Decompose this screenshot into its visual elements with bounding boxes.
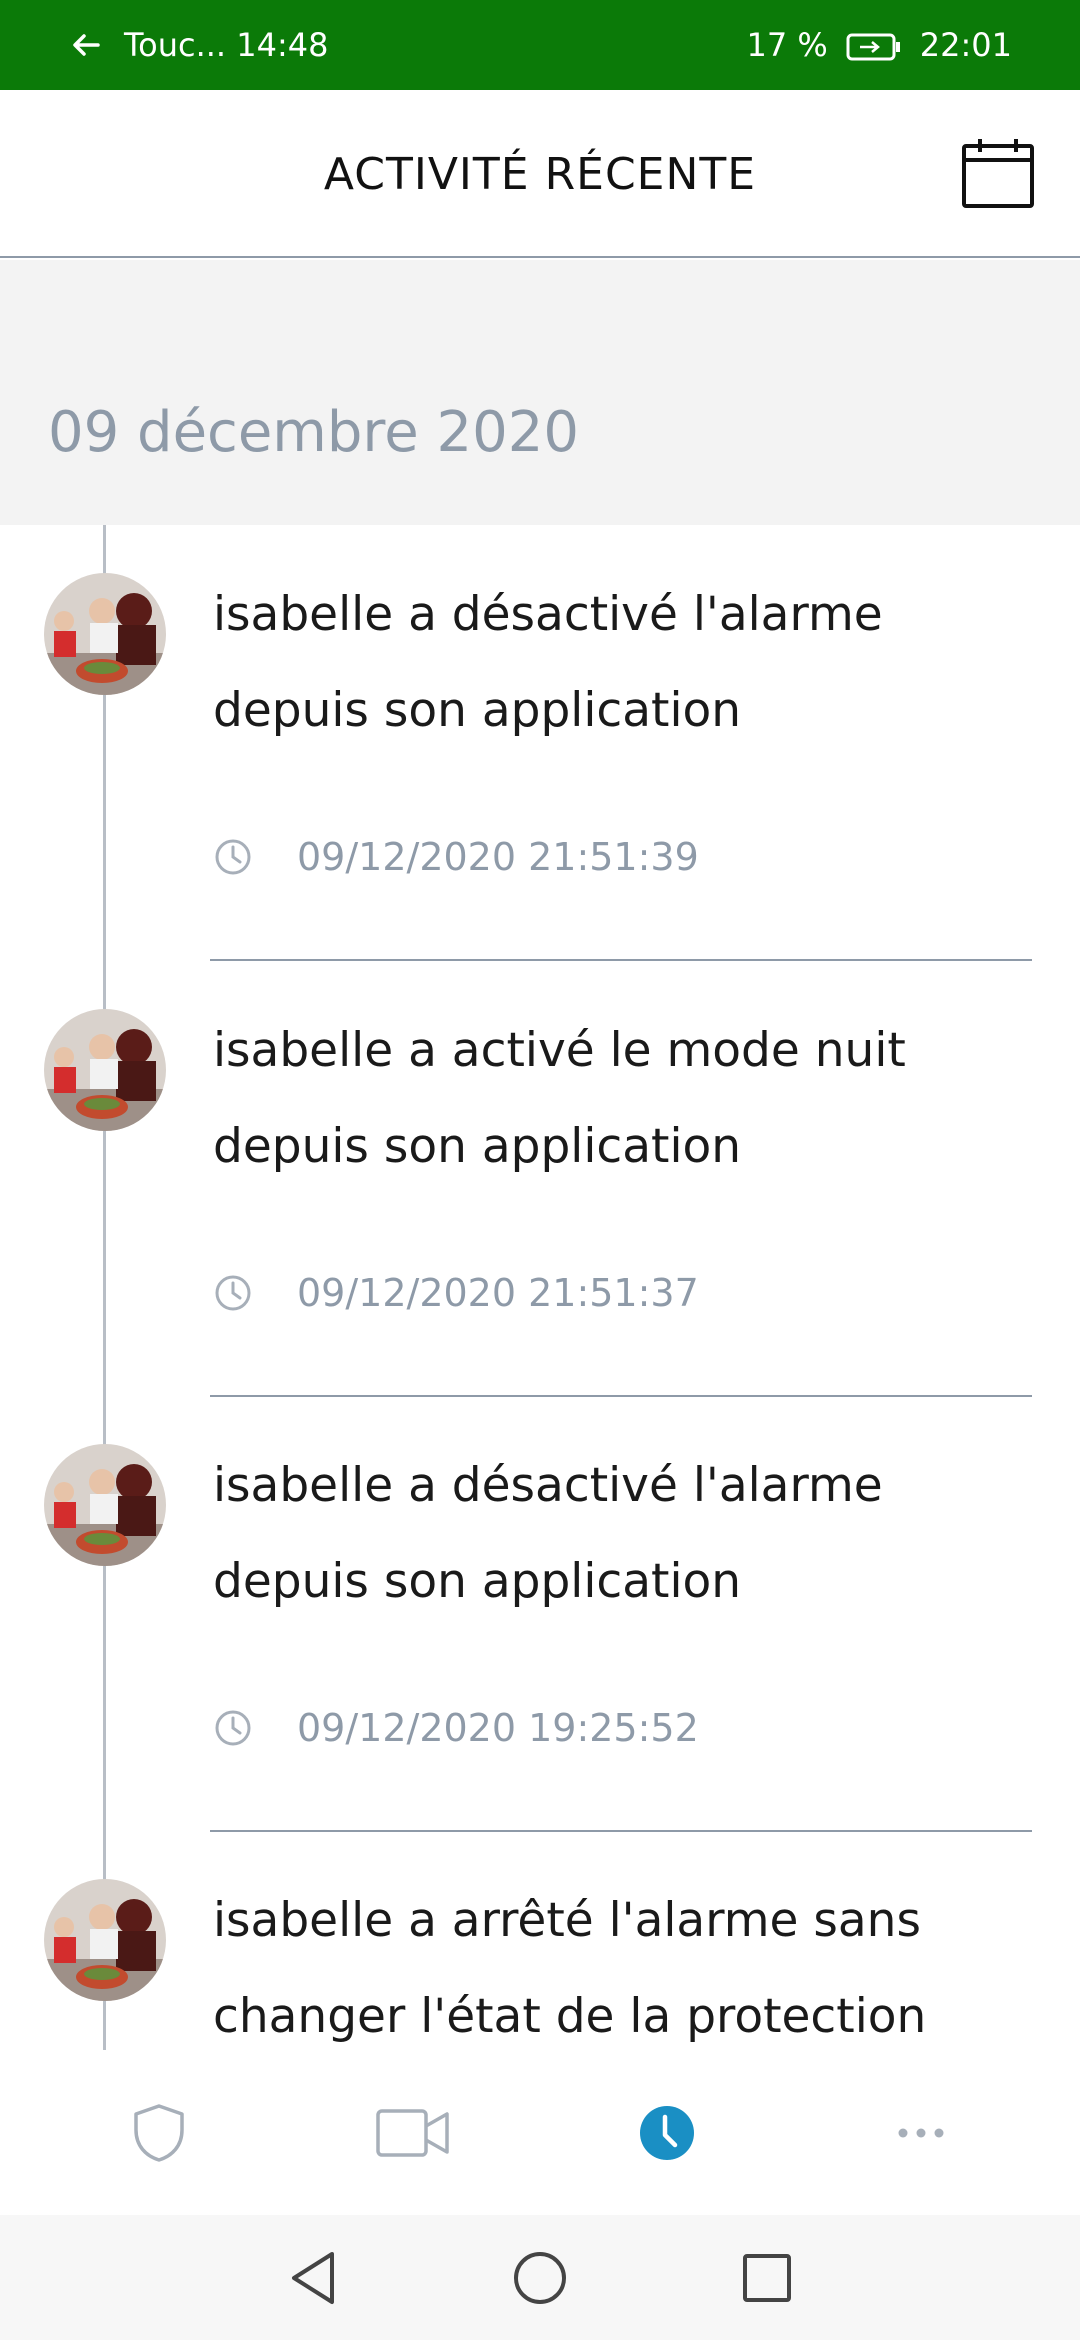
circle-home-icon <box>514 2251 566 2304</box>
clock-icon <box>213 837 253 877</box>
activity-item[interactable]: isabelle a arrêté l'alarme sans changer … <box>0 1831 1080 2050</box>
app-header: ACTIVITÉ RÉCENTE <box>0 90 1080 258</box>
date-section: 09 décembre 2020 <box>0 260 1080 525</box>
status-bar-left: Touc... 14:48 <box>70 25 328 65</box>
bottom-tab-bar <box>0 2050 1080 2215</box>
battery-charging-icon <box>846 31 902 61</box>
page-title: ACTIVITÉ RÉCENTE <box>323 148 757 200</box>
calendar-button[interactable] <box>960 136 1036 212</box>
status-time: 22:01 <box>919 26 1012 64</box>
avatar <box>44 1444 166 1566</box>
clock-icon <box>640 2105 694 2160</box>
avatar <box>44 1009 166 1131</box>
avatar <box>44 1879 166 2001</box>
activity-timestamp: 09/12/2020 19:25:52 <box>213 1706 699 1750</box>
activity-feed[interactable]: isabelle a désactivé l'alarme depuis son… <box>0 525 1080 2050</box>
status-bar: Touc... 14:48 17 % 22:01 <box>0 0 1080 90</box>
square-recents-icon <box>743 2253 791 2302</box>
activity-text: isabelle a désactivé l'alarme depuis son… <box>213 587 883 738</box>
activity-text: isabelle a désactivé l'alarme depuis son… <box>213 1458 883 1609</box>
status-bar-right: 17 % 22:01 <box>746 26 1012 64</box>
clock-icon <box>213 1273 253 1313</box>
tab-activity[interactable] <box>567 2073 767 2193</box>
tab-security[interactable] <box>59 2073 259 2193</box>
camera-icon <box>376 2108 449 2157</box>
date-label: 09 décembre 2020 <box>48 400 579 465</box>
avatar <box>44 573 166 695</box>
more-icon <box>898 2128 944 2137</box>
triangle-back-icon <box>292 2251 334 2304</box>
system-home-button[interactable] <box>504 2242 576 2314</box>
activity-item[interactable]: isabelle a désactivé l'alarme depuis son… <box>0 1396 1080 1832</box>
activity-time-text: 09/12/2020 21:51:39 <box>297 835 699 879</box>
activity-text: isabelle a arrêté l'alarme sans changer … <box>213 1893 927 2044</box>
shield-icon <box>134 2103 184 2162</box>
screen: Touc... 14:48 17 % 22:01 ACTIVITÉ RÉCENT… <box>0 0 1080 2340</box>
status-left-text: Touc... 14:48 <box>124 26 329 64</box>
system-recents-button[interactable] <box>731 2242 803 2314</box>
activity-item[interactable]: isabelle a désactivé l'alarme depuis son… <box>0 525 1080 961</box>
activity-time-text: 09/12/2020 21:51:37 <box>297 1271 699 1315</box>
battery-percent: 17 % <box>746 26 828 64</box>
clock-icon <box>213 1708 253 1748</box>
activity-item[interactable]: isabelle a activé le mode nuit depuis so… <box>0 961 1080 1397</box>
system-navigation-bar <box>0 2215 1080 2340</box>
back-arrow-icon[interactable] <box>70 25 110 65</box>
system-back-button[interactable] <box>277 2242 349 2314</box>
tab-more[interactable] <box>821 2073 1021 2193</box>
tab-camera[interactable] <box>313 2073 513 2193</box>
activity-time-text: 09/12/2020 19:25:52 <box>297 1706 699 1750</box>
calendar-icon <box>962 139 1034 208</box>
activity-text: isabelle a activé le mode nuit depuis so… <box>213 1023 906 1174</box>
activity-timestamp: 09/12/2020 21:51:37 <box>213 1271 699 1315</box>
activity-timestamp: 09/12/2020 21:51:39 <box>213 835 699 879</box>
